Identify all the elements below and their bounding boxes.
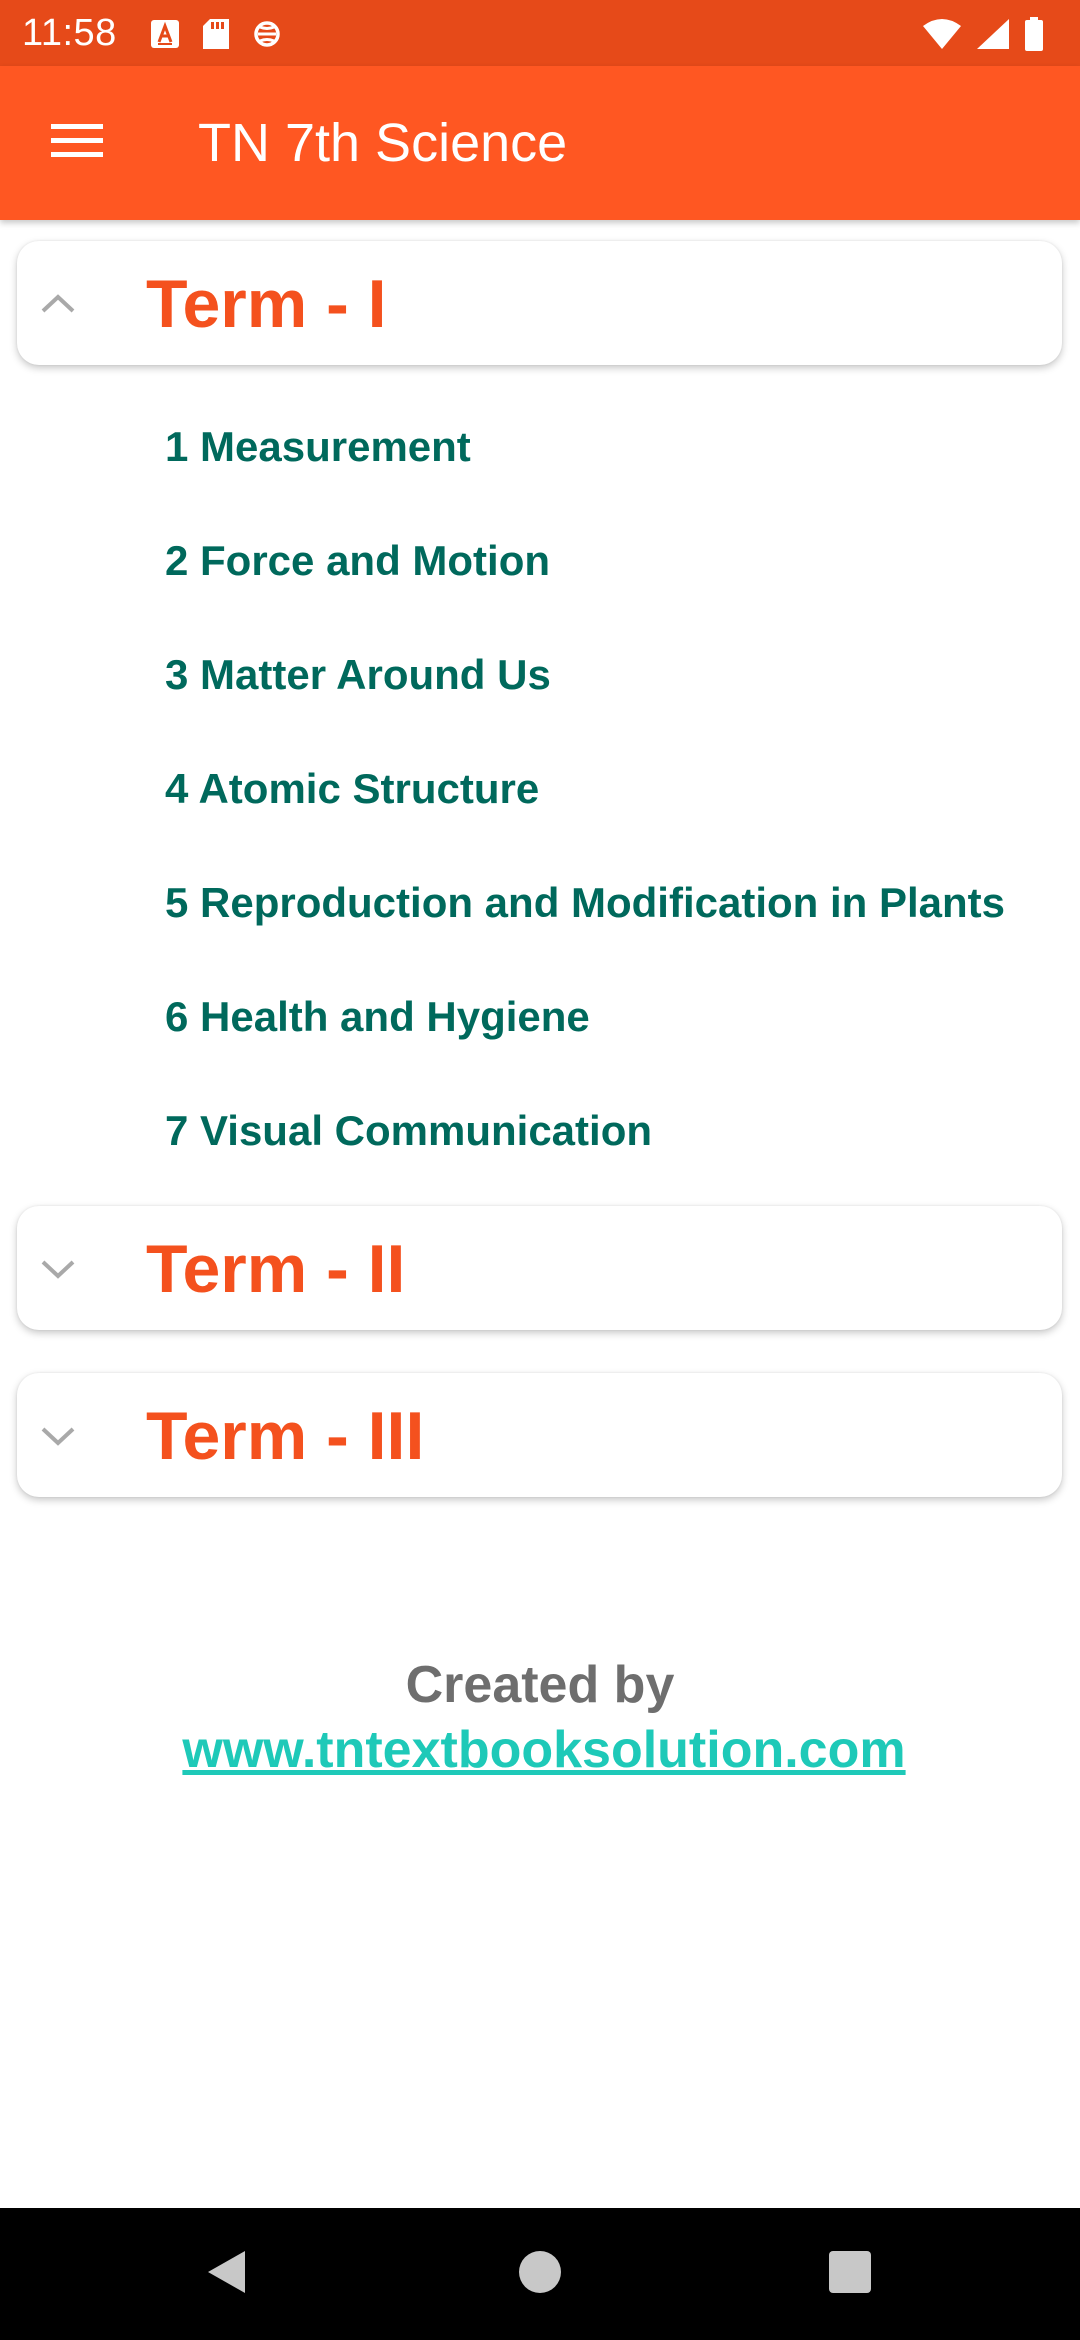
hamburger-menu-icon <box>51 122 103 165</box>
chapter-item-atomic-structure[interactable]: 4 Atomic Structure <box>165 757 539 821</box>
term-3-header[interactable]: Term - III <box>17 1373 1062 1497</box>
website-link[interactable]: www.tntextbooksolution.com <box>182 1718 905 1782</box>
status-bar: 11:58 <box>0 0 1080 66</box>
term-1-header[interactable]: Term - I <box>17 241 1062 365</box>
home-icon <box>518 2250 562 2299</box>
status-system-icons <box>922 14 1044 54</box>
wifi-icon <box>922 18 962 50</box>
status-notification-icons <box>150 14 282 54</box>
chapter-item-measurement[interactable]: 1 Measurement <box>165 415 471 479</box>
page-title: TN 7th Science <box>198 113 568 173</box>
chevron-up-icon <box>33 279 83 329</box>
battery-icon <box>1024 17 1044 51</box>
chapter-item-visual-communication[interactable]: 7 Visual Communication <box>165 1099 652 1163</box>
chevron-down-icon <box>33 1411 83 1461</box>
term-title: Term - I <box>146 266 387 342</box>
app-bar: TN 7th Science <box>0 66 1080 220</box>
home-button[interactable] <box>510 2244 570 2304</box>
recents-icon <box>828 2250 872 2299</box>
chapter-item-health-and-hygiene[interactable]: 6 Health and Hygiene <box>165 985 590 1049</box>
system-nav-bar <box>0 2208 1080 2340</box>
footer: Created by www.tntextbooksolution.com <box>0 1652 1080 1782</box>
chapter-item-force-and-motion[interactable]: 2 Force and Motion <box>165 529 550 593</box>
term-2-header[interactable]: Term - II <box>17 1206 1062 1330</box>
back-icon <box>203 2247 249 2302</box>
sd-card-icon <box>202 18 230 50</box>
recents-button[interactable] <box>820 2244 880 2304</box>
chapter-item-matter-around-us[interactable]: 3 Matter Around Us <box>165 643 551 707</box>
chapter-item-reproduction[interactable]: 5 Reproduction and Modification in Plant… <box>165 871 1005 935</box>
back-button[interactable] <box>196 2244 256 2304</box>
text-a-icon <box>150 19 180 49</box>
created-by-label: Created by <box>405 1656 675 1714</box>
term-title: Term - III <box>146 1398 425 1474</box>
chevron-down-icon <box>33 1244 83 1294</box>
sync-shield-icon <box>252 17 282 51</box>
menu-button[interactable] <box>38 108 116 178</box>
term-title: Term - II <box>146 1231 406 1307</box>
cellular-signal-icon <box>976 18 1010 50</box>
status-time: 11:58 <box>22 12 117 54</box>
